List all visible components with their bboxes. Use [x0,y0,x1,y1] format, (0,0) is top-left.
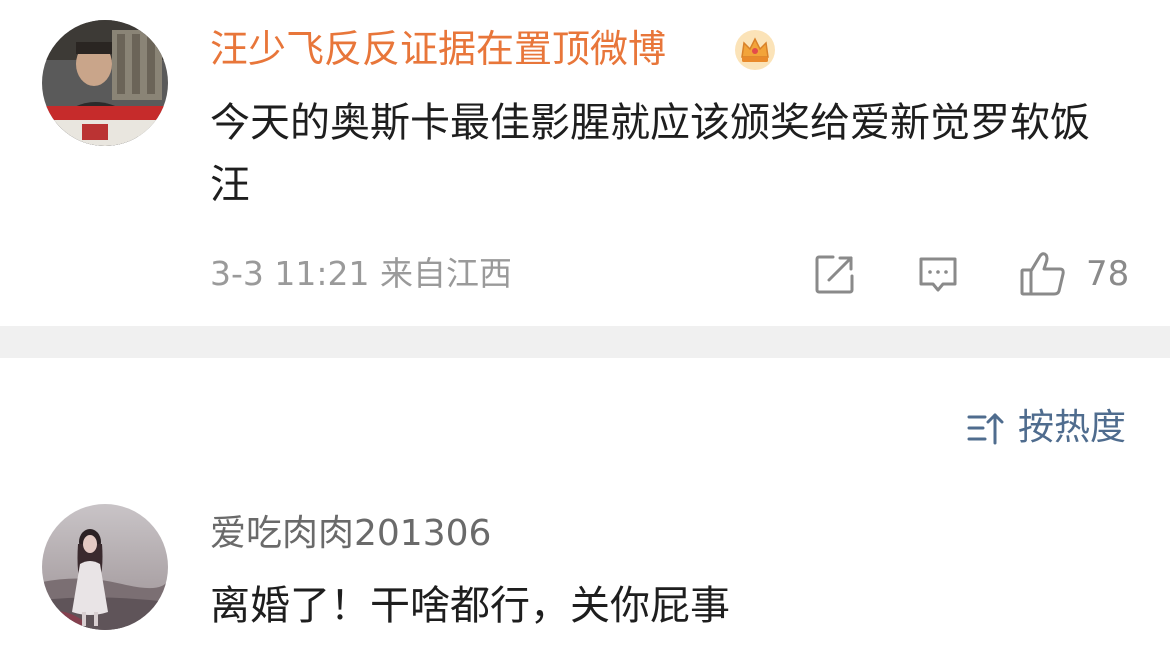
section-divider [0,326,1170,358]
sort-button[interactable]: 按热度 [966,404,1126,452]
crown-icon [733,28,777,72]
share-icon[interactable] [813,252,857,296]
post-location: 来自江西 [380,254,512,293]
thumbs-up-icon[interactable] [1018,250,1068,298]
post-text: 今天的奥斯卡最佳影腥就应该颁奖给爱新觉罗软饭汪 [210,100,1090,208]
post-time: 3-3 11:21 [210,254,370,293]
sort-icon [966,408,1006,448]
post-author-avatar[interactable] [42,20,168,146]
sort-label: 按热度 [1017,407,1126,448]
like-count: 78 [1086,254,1130,294]
comment-text: 离婚了！干啥都行，关你屁事 [210,583,730,629]
post-card: 汪少飞反反证据在置顶微博 今天的奥斯卡最佳影腥就应该颁奖给爱新觉罗软饭汪 3-3… [0,0,1170,326]
comment-author-name[interactable]: 爱吃肉肉201306 [210,512,491,556]
post-author-name[interactable]: 汪少飞反反证据在置顶微博 [210,26,666,72]
comment-author-avatar[interactable] [42,504,168,630]
comment-icon[interactable] [916,252,960,296]
post-meta: 3-3 11:21 来自江西 [210,254,512,294]
